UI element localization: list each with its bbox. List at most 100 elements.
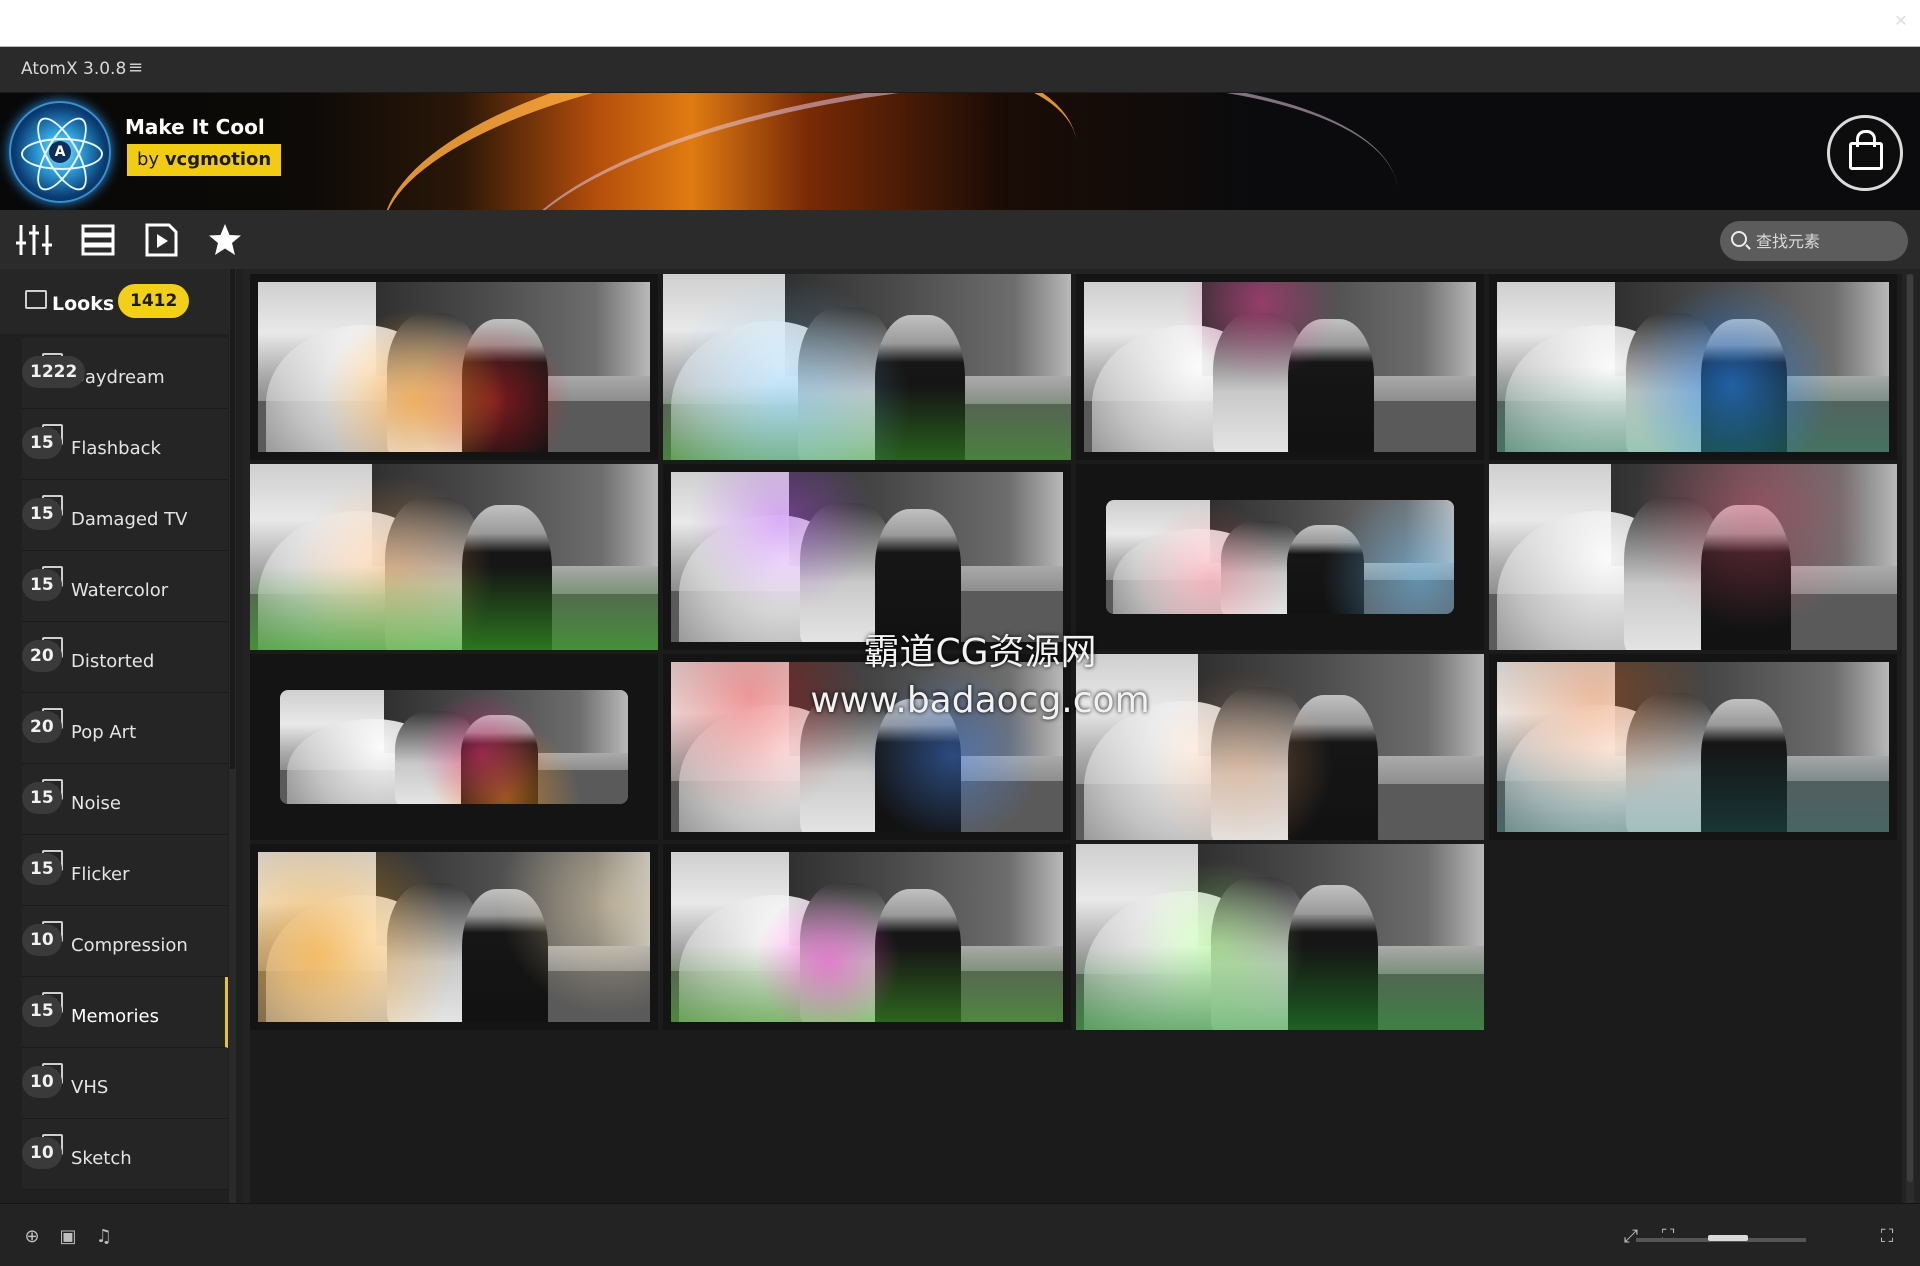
wedding-preview-image <box>280 690 628 804</box>
sidebar-item-compression[interactable]: AECompression10 <box>22 906 228 977</box>
author-tag[interactable]: by vcgmotion <box>127 144 282 176</box>
look-preview-tile[interactable] <box>663 274 1071 460</box>
music-note-icon[interactable]: ♫ <box>93 1226 115 1248</box>
sidebar-item-noise[interactable]: AENoise15 <box>22 764 228 835</box>
sidebar-item-watercolor[interactable]: AEWatercolor15 <box>22 551 228 622</box>
preview-grid <box>250 274 1902 1203</box>
look-preview-tile[interactable] <box>1076 464 1484 650</box>
sidebar-item-sketch[interactable]: AESketch10 <box>22 1119 228 1190</box>
wedding-preview-image <box>1084 282 1476 452</box>
wedding-preview-image <box>258 282 650 452</box>
sidebar-item-label: VHS <box>71 1077 109 1098</box>
fit-icon[interactable]: ⤢ <box>1620 1226 1642 1248</box>
app-title: AtomX 3.0.8 <box>21 59 127 79</box>
sidebar-scrollbar[interactable] <box>229 269 236 1203</box>
looks-label: Looks <box>52 293 115 315</box>
search-input[interactable] <box>1754 227 1898 255</box>
folder-icon <box>25 290 47 309</box>
count-badge: 15 <box>22 427 62 459</box>
look-preview-tile[interactable] <box>250 274 658 460</box>
sidebar-item-label: Damaged TV <box>71 509 188 530</box>
look-preview-tile[interactable] <box>250 654 658 840</box>
wedding-preview-image <box>258 852 650 1022</box>
sliders-icon[interactable] <box>15 221 55 259</box>
look-preview-tile[interactable] <box>663 844 1071 1030</box>
look-preview-tile[interactable] <box>250 464 658 650</box>
watermark: 霸道CG资源网 www.badaocg.com <box>770 629 1190 725</box>
count-badge: 1222 <box>22 356 86 388</box>
store-button[interactable] <box>1827 115 1903 191</box>
count-badge: 10 <box>22 924 62 956</box>
sidebar-item-label: Watercolor <box>71 580 169 601</box>
close-icon[interactable]: ✕ <box>1888 8 1914 34</box>
sidebar-item-label: Flicker <box>71 864 130 885</box>
zoom-slider[interactable] <box>1636 1235 1806 1242</box>
sidebar-item-label: Flashback <box>71 438 161 459</box>
sidebar-item-label: Daydream <box>71 367 165 388</box>
wedding-preview-image <box>1076 844 1484 1030</box>
looks-root-item[interactable]: Looks 1412 <box>0 269 236 334</box>
wedding-preview-image <box>671 472 1063 642</box>
watermark-line1: 霸道CG资源网 <box>863 632 1097 673</box>
top-strip: ✕ <box>0 0 1920 47</box>
atomx-logo-icon: A <box>9 101 111 203</box>
zoom-slider-knob[interactable] <box>1707 1235 1748 1241</box>
count-badge: 15 <box>22 995 62 1027</box>
sidebar-item-flicker[interactable]: AEFlicker15 <box>22 835 228 906</box>
author-prefix: by <box>137 149 160 170</box>
looks-count-badge: 1412 <box>118 284 190 318</box>
look-preview-tile[interactable] <box>1076 274 1484 460</box>
sidebar-item-daydream[interactable]: AEDaydream1222 <box>22 338 228 409</box>
sidebar-item-vhs[interactable]: AEVHS10 <box>22 1048 228 1119</box>
look-preview-tile[interactable] <box>663 464 1071 650</box>
target-icon[interactable]: ⊕ <box>21 1226 43 1248</box>
wedding-preview-image <box>1106 500 1454 614</box>
count-badge: 10 <box>22 1066 62 1098</box>
category-sidebar: Looks 1412 AEDaydream1222AEFlashback15AE… <box>0 269 243 1203</box>
count-badge: 15 <box>22 853 62 885</box>
wedding-preview-image <box>663 274 1071 460</box>
sidebar-item-distorted[interactable]: AEDistorted20 <box>22 622 228 693</box>
look-preview-tile[interactable] <box>1489 654 1897 840</box>
star-icon[interactable] <box>206 221 246 259</box>
watermark-line2: www.badaocg.com <box>810 680 1150 721</box>
look-preview-tile[interactable] <box>1076 844 1484 1030</box>
author-name: vcgmotion <box>164 149 272 170</box>
pack-title: Make It Cool <box>125 115 265 139</box>
search-box[interactable] <box>1720 221 1908 261</box>
wedding-preview-image <box>671 852 1063 1022</box>
media-file-icon[interactable] <box>142 221 182 259</box>
count-badge: 15 <box>22 782 62 814</box>
look-preview-tile[interactable] <box>1489 464 1897 650</box>
look-preview-tile[interactable] <box>1489 274 1897 460</box>
count-badge: 15 <box>22 498 62 530</box>
look-preview-tile[interactable] <box>250 844 658 1030</box>
sidebar-item-label: Pop Art <box>71 722 137 743</box>
wedding-preview-image <box>1489 464 1897 650</box>
list-icon[interactable] <box>79 221 119 259</box>
count-badge: 20 <box>22 640 62 672</box>
count-badge: 15 <box>22 569 62 601</box>
sidebar-item-damaged-tv[interactable]: AEDamaged TV15 <box>22 480 228 551</box>
sidebar-item-pop-art[interactable]: AEPop Art20 <box>22 693 228 764</box>
count-badge: 20 <box>22 711 62 743</box>
sidebar-item-label: Sketch <box>71 1148 132 1169</box>
sidebar-item-label: Noise <box>71 793 121 814</box>
wedding-preview-image <box>250 464 658 650</box>
category-list: AEDaydream1222AEFlashback15AEDamaged TV1… <box>22 338 228 1190</box>
toolbar <box>0 210 1920 269</box>
app-window: AtomX 3.0.8 ≡ A Make It Cool by vcgmotio… <box>0 47 1920 1266</box>
grid-scrollbar[interactable] <box>1906 274 1914 1203</box>
menu-icon[interactable]: ≡ <box>128 57 143 78</box>
sidebar-item-flashback[interactable]: AEFlashback15 <box>22 409 228 480</box>
sidebar-item-memories[interactable]: AEMemories15 <box>22 977 228 1048</box>
expand-icon[interactable]: ⛶ <box>1657 1226 1679 1248</box>
play-square-icon[interactable]: ▣ <box>57 1226 79 1248</box>
title-bar: AtomX 3.0.8 ≡ <box>0 47 1920 93</box>
fullscreen-icon[interactable]: ⛶ <box>1876 1226 1898 1248</box>
sidebar-item-label: Memories <box>71 1006 160 1027</box>
sidebar-item-label: Distorted <box>71 651 155 672</box>
pack-banner: A Make It Cool by vcgmotion <box>0 93 1920 210</box>
sidebar-item-label: Compression <box>71 935 188 956</box>
wedding-preview-image <box>1497 282 1889 452</box>
